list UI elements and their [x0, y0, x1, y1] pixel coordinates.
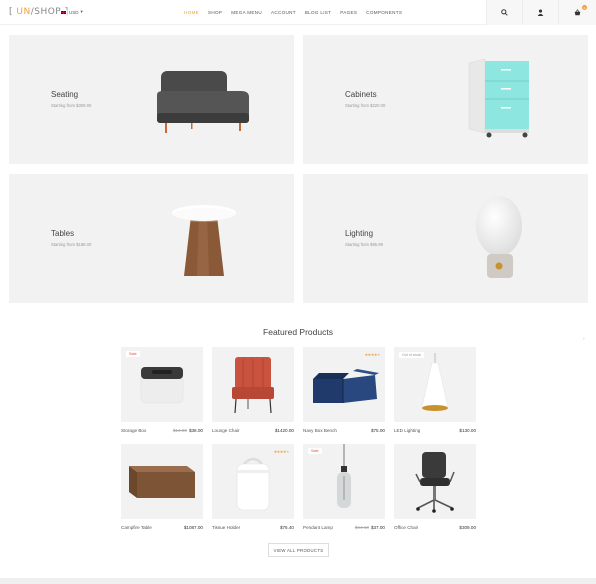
product-card[interactable]: Lounge Chair $1420.00: [212, 347, 294, 433]
category-title: Lighting: [345, 229, 374, 238]
nav-shop[interactable]: SHOP: [208, 10, 222, 15]
nav-pages[interactable]: PAGES: [340, 10, 357, 15]
product-card[interactable]: Office Chair $309.00: [394, 444, 476, 530]
user-icon: [537, 9, 544, 16]
view-all-products-button[interactable]: VIEW ALL PRODUCTS: [268, 543, 329, 557]
category-subtitle: Starting from $220.00: [345, 103, 386, 108]
old-price: $14.00: [172, 428, 187, 433]
cart-count-badge: 0: [582, 5, 587, 10]
currency-selector[interactable]: USD ▾: [60, 9, 83, 15]
product-card[interactable]: ★★★★★ Navy Box Bench $75.00: [303, 347, 385, 433]
table-image: [172, 205, 236, 276]
product-image[interactable]: Sale: [121, 347, 203, 422]
main-nav: HOME SHOP MEGA MENU ACCOUNT BLOG LIST PA…: [184, 10, 402, 15]
category-title: Seating: [51, 90, 79, 99]
product-card[interactable]: Sale Pendant Lamp $44.10 $37.00: [303, 444, 385, 530]
category-tile-tables[interactable]: Tables Starting from $188.00: [9, 174, 294, 303]
nav-account[interactable]: ACCOUNT: [271, 10, 296, 15]
product-image[interactable]: Sale: [303, 444, 385, 519]
product-price: $309.00: [459, 525, 476, 530]
product-image[interactable]: Out of stock: [394, 347, 476, 422]
product-price: $1087.00: [183, 525, 203, 530]
product-card[interactable]: Campfire Table $1087.00: [121, 444, 203, 530]
product-price: $75.00: [370, 428, 385, 433]
category-subtitle: Starting from $309.00: [51, 103, 92, 108]
tissue-holder-image: [236, 457, 270, 511]
category-title: Cabinets: [345, 90, 377, 99]
lamp-image: [476, 196, 522, 278]
category-tile-cabinets[interactable]: Cabinets Starting from $220.00: [303, 35, 588, 164]
uk-flag-icon: [60, 9, 67, 15]
product-name[interactable]: Lounge Chair: [212, 428, 240, 433]
led-lighting-image: [421, 353, 449, 411]
nav-home[interactable]: HOME: [184, 10, 199, 15]
sale-badge: Sale: [308, 448, 322, 454]
product-price: $130.00: [459, 428, 476, 433]
product-name[interactable]: Campfire Table: [121, 525, 152, 530]
featured-products-title: Featured Products: [263, 327, 333, 337]
category-tile-seating[interactable]: Seating Starting from $309.00: [9, 35, 294, 164]
nav-components[interactable]: COMPONENTS: [366, 10, 402, 15]
site-header: [ UN/SHOP ] USD ▾ HOME SHOP MEGA MENU AC…: [0, 0, 596, 25]
scroll-indicator: ›: [583, 336, 585, 342]
product-price: $76.40: [279, 525, 294, 530]
search-icon: [501, 9, 508, 16]
product-price: $37.00: [370, 525, 385, 530]
account-button[interactable]: [522, 0, 558, 25]
sale-badge: Sale: [126, 351, 140, 357]
product-card[interactable]: ★★★★★ Tissue Holder $76.40: [212, 444, 294, 530]
pendant-lamp-image: [337, 444, 351, 508]
chevron-down-icon: ▾: [80, 9, 83, 14]
category-tile-lighting[interactable]: Lighting Starting from $95.99: [303, 174, 588, 303]
storage-box-image: [140, 367, 184, 404]
search-button[interactable]: [486, 0, 522, 25]
lounge-chair-image: [232, 357, 274, 414]
product-price: $38.00: [188, 428, 203, 433]
seating-chair-image: [157, 71, 249, 133]
product-image[interactable]: [212, 347, 294, 422]
product-price: $1420.00: [274, 428, 294, 433]
category-title: Tables: [51, 229, 75, 238]
product-name[interactable]: Office Chair: [394, 525, 418, 530]
cart-button[interactable]: 0: [558, 0, 596, 25]
nav-blog-list[interactable]: BLOG LIST: [305, 10, 331, 15]
product-card[interactable]: Sale Storage Box $14.00 $38.00: [121, 347, 203, 433]
product-image[interactable]: ★★★★★: [212, 444, 294, 519]
rating-stars: ★★★★★: [273, 449, 290, 454]
footer-edge: [0, 578, 596, 584]
campfire-table-image: [129, 466, 195, 498]
product-card[interactable]: Out of stock LED Lighting $130.00: [394, 347, 476, 433]
rating-stars: ★★★★★: [364, 352, 381, 357]
product-name[interactable]: Tissue Holder: [212, 525, 240, 530]
category-subtitle: Starting from $95.99: [345, 242, 383, 247]
product-name[interactable]: LED Lighting: [394, 428, 420, 433]
office-chair-image: [415, 452, 455, 513]
product-name[interactable]: Pendant Lamp: [303, 525, 333, 530]
basket-icon: [574, 9, 581, 16]
old-price: $44.10: [354, 525, 369, 530]
product-image[interactable]: [121, 444, 203, 519]
cabinet-image: [468, 59, 529, 138]
nav-mega-menu[interactable]: MEGA MENU: [231, 10, 262, 15]
navy-box-bench-image: [313, 369, 379, 403]
category-subtitle: Starting from $188.00: [51, 242, 92, 247]
product-image[interactable]: ★★★★★: [303, 347, 385, 422]
product-name[interactable]: Navy Box Bench: [303, 428, 337, 433]
product-name[interactable]: Storage Box: [121, 428, 146, 433]
product-image[interactable]: [394, 444, 476, 519]
